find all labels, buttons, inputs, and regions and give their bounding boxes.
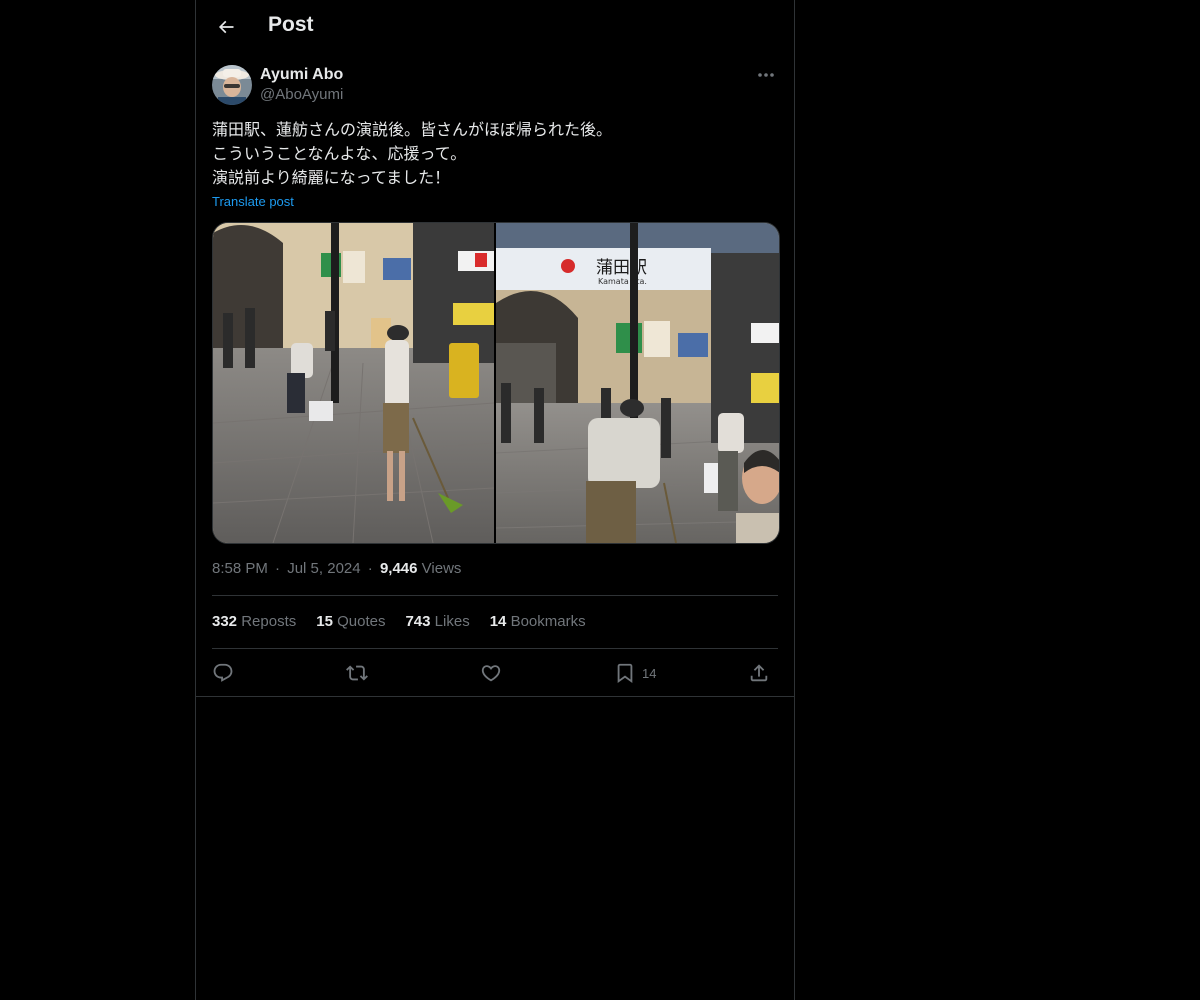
divider <box>212 648 778 649</box>
likes-label: Likes <box>434 613 470 630</box>
post-meta: 8:58 PM · Jul 5, 2024 · 9,446 Views <box>212 560 461 577</box>
bookmark-icon <box>617 663 633 684</box>
reply-icon <box>213 663 233 682</box>
quotes-label: Quotes <box>337 613 386 630</box>
reply-button[interactable] <box>212 660 234 686</box>
like-button[interactable] <box>480 660 502 686</box>
views-count: 9,446 <box>379 560 418 577</box>
back-arrow-icon <box>218 20 234 34</box>
repost-icon <box>346 665 368 681</box>
likes-stat[interactable]: 743 Likes <box>405 613 469 630</box>
translate-post-link[interactable]: Translate post <box>212 194 294 209</box>
reposts-label: Reposts <box>241 613 297 630</box>
reposts-stat[interactable]: 332 Reposts <box>212 613 296 630</box>
meta-separator: · <box>367 560 373 577</box>
repost-button[interactable] <box>346 660 368 686</box>
page-header: Post <box>196 0 794 54</box>
bookmark-count: 14 <box>642 665 657 681</box>
post-actions: 14 <box>212 660 778 686</box>
bookmarks-stat[interactable]: 14 Bookmarks <box>490 613 586 630</box>
station-sign-en: Kamata Sta. <box>598 277 647 286</box>
quotes-stat[interactable]: 15 Quotes <box>316 613 385 630</box>
post-author: Ayumi Abo @AboAyumi <box>212 65 778 107</box>
quotes-count: 15 <box>316 613 333 630</box>
back-button[interactable] <box>210 11 242 43</box>
main-column: Post Ayumi Abo @AboAyumi 蒲田駅、蓮舫さんの演説後。皆さ… <box>195 0 795 1000</box>
photo-station-right[interactable]: 蒲田駅 Kamata Sta. <box>496 223 779 543</box>
photo-station-left[interactable] <box>213 223 494 543</box>
post-text-line: 蒲田駅、蓮舫さんの演説後。皆さんがほぼ帰られた後。 <box>212 122 613 139</box>
post-text-line: 演説前より綺麗になってました！ <box>212 170 451 187</box>
author-name[interactable]: Ayumi Abo <box>260 66 343 84</box>
more-options-button[interactable] <box>754 65 778 85</box>
more-icon <box>758 73 774 77</box>
post-text-line: こういうことなんよな、応援って。 <box>212 146 467 163</box>
page-title: Post <box>268 13 314 36</box>
bookmark-button[interactable]: 14 <box>614 660 656 686</box>
likes-count: 743 <box>405 613 431 630</box>
post-stats: 332 Reposts 15 Quotes 743 Likes 14 Bookm… <box>212 613 586 630</box>
share-icon <box>750 664 768 682</box>
station-sign-jp: 蒲田駅 <box>596 258 647 278</box>
divider <box>212 595 778 596</box>
post-text: 蒲田駅、蓮舫さんの演説後。皆さんがほぼ帰られた後。 こういうことなんよな、応援っ… <box>212 119 778 191</box>
author-handle[interactable]: @AboAyumi <box>260 86 343 103</box>
like-icon <box>481 665 501 682</box>
reposts-count: 332 <box>212 613 238 630</box>
views-label: Views <box>421 560 462 577</box>
bookmarks-count: 14 <box>489 613 507 630</box>
divider <box>196 696 794 697</box>
post-date[interactable]: Jul 5, 2024 <box>287 560 360 577</box>
bookmarks-label: Bookmarks <box>510 613 586 630</box>
meta-separator: · <box>275 560 281 577</box>
post-media: 蒲田駅 Kamata Sta. <box>212 222 780 544</box>
avatar[interactable] <box>212 65 252 105</box>
share-button[interactable] <box>748 660 770 686</box>
post-time[interactable]: 8:58 PM <box>212 560 268 577</box>
